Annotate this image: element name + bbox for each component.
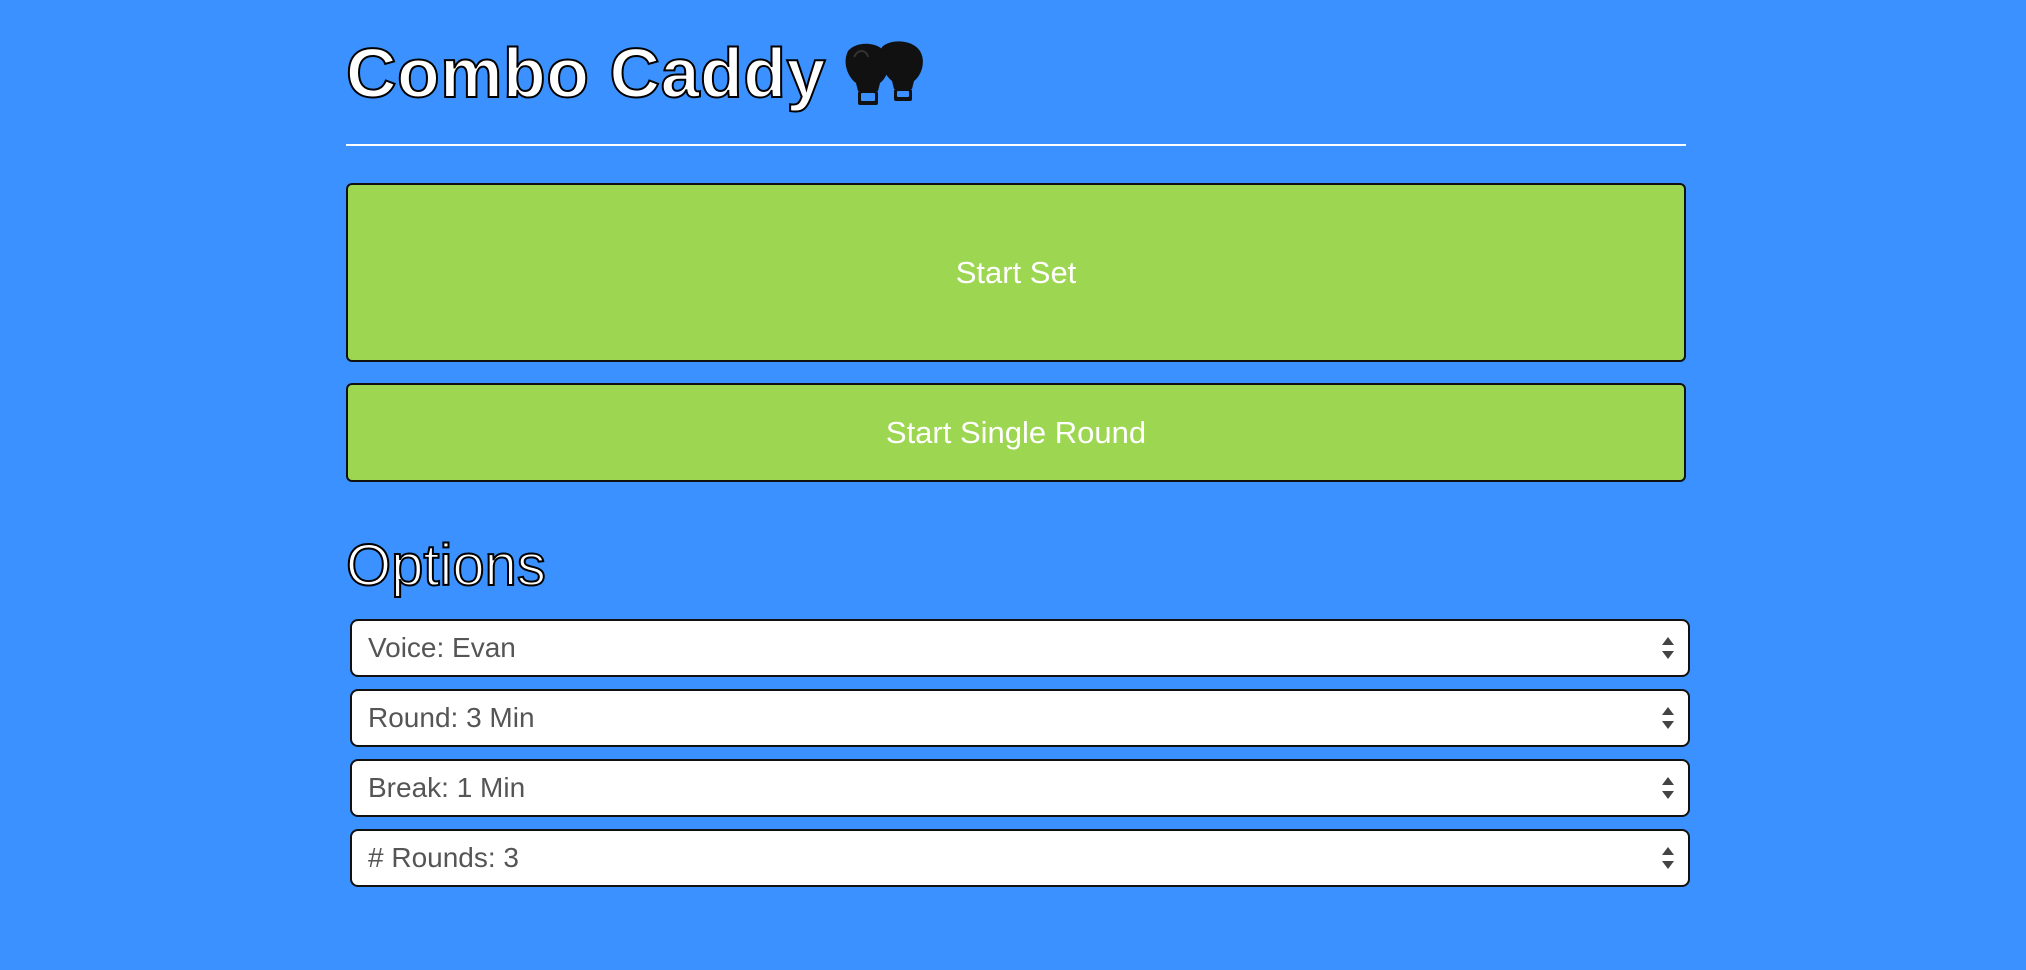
start-single-round-button[interactable]: Start Single Round: [346, 383, 1686, 482]
rounds-count-select-value: # Rounds: 3: [368, 842, 519, 873]
round-length-select-value: Round: 3 Min: [368, 702, 535, 733]
rounds-count-select[interactable]: # Rounds: 3: [350, 829, 1690, 887]
break-length-select[interactable]: Break: 1 Min: [350, 759, 1690, 817]
round-length-select[interactable]: Round: 3 Min: [350, 689, 1690, 747]
app-container: Combo Caddy Start Set Start Single Round…: [345, 0, 1690, 887]
options-heading: Options: [345, 532, 547, 599]
break-length-select-value: Break: 1 Min: [368, 772, 526, 803]
title-row: Combo Caddy: [345, 28, 924, 118]
select-arrows-icon: [1662, 707, 1674, 729]
boxing-gloves-icon: [845, 41, 923, 105]
app-title: Combo Caddy: [345, 33, 826, 113]
select-arrows-icon: [1662, 637, 1674, 659]
header: Combo Caddy: [345, 0, 1686, 146]
start-set-button[interactable]: Start Set: [346, 183, 1686, 362]
select-arrows-icon: [1662, 777, 1674, 799]
select-arrows-icon: [1662, 847, 1674, 869]
voice-select[interactable]: Voice: Evan: [350, 619, 1690, 677]
voice-select-value: Voice: Evan: [368, 632, 516, 663]
